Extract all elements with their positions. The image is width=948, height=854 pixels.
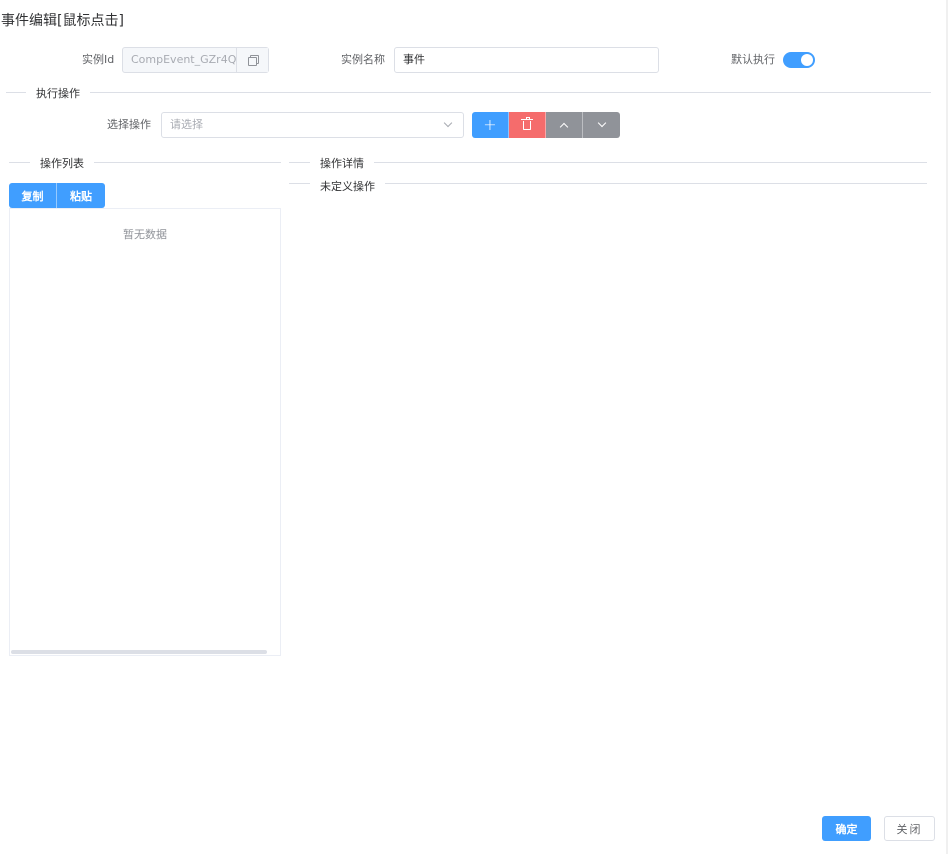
close-button[interactable]: 关闭 [884, 816, 935, 841]
op-detail-title: 操作详情 [310, 157, 374, 171]
op-detail-divider [289, 162, 927, 163]
op-list-panel: 暂无数据 [9, 208, 281, 656]
dialog-title: 事件编辑[鼠标点击] [1, 13, 124, 29]
select-op-dropdown[interactable]: 请选择 [161, 112, 464, 138]
execute-divider [6, 92, 931, 93]
delete-op-button[interactable] [509, 112, 546, 138]
move-down-button[interactable] [583, 112, 620, 138]
instance-id-label: 实例Id [82, 53, 115, 66]
switch-knob [801, 54, 813, 66]
undefined-op-label: 未定义操作 [310, 178, 385, 194]
instance-name-value: 事件 [403, 53, 425, 66]
copy-paste-group: 复制 粘贴 [9, 183, 105, 208]
op-button-group: + [472, 112, 620, 138]
op-list-title: 操作列表 [30, 157, 94, 171]
empty-text: 暂无数据 [123, 228, 167, 241]
move-up-button[interactable] [546, 112, 583, 138]
paste-button[interactable]: 粘贴 [57, 183, 105, 208]
execute-section-title: 执行操作 [26, 87, 90, 101]
instance-name-input[interactable]: 事件 [394, 47, 659, 73]
select-op-label: 选择操作 [107, 118, 151, 131]
add-op-button[interactable]: + [472, 112, 509, 138]
copy-icon [247, 55, 259, 66]
horizontal-scrollbar[interactable] [11, 650, 267, 654]
select-op-placeholder: 请选择 [170, 118, 203, 131]
instance-name-label: 实例名称 [341, 53, 385, 66]
chevron-down-icon [597, 118, 606, 128]
copy-id-button[interactable] [236, 48, 268, 72]
chevron-up-icon [559, 122, 569, 132]
instance-id-value: CompEvent_GZr4Q [131, 53, 237, 66]
copy-button[interactable]: 复制 [9, 183, 57, 208]
instance-row: 实例Id CompEvent_GZr4Q 实例名称 事件 默认执行 [0, 47, 948, 73]
confirm-button[interactable]: 确定 [822, 816, 871, 841]
trash-icon [521, 116, 533, 130]
plus-icon: + [483, 115, 497, 134]
chevron-down-icon [443, 118, 453, 128]
instance-id-input: CompEvent_GZr4Q [122, 47, 269, 73]
default-exec-switch[interactable] [783, 52, 815, 68]
default-exec-label: 默认执行 [731, 53, 775, 66]
